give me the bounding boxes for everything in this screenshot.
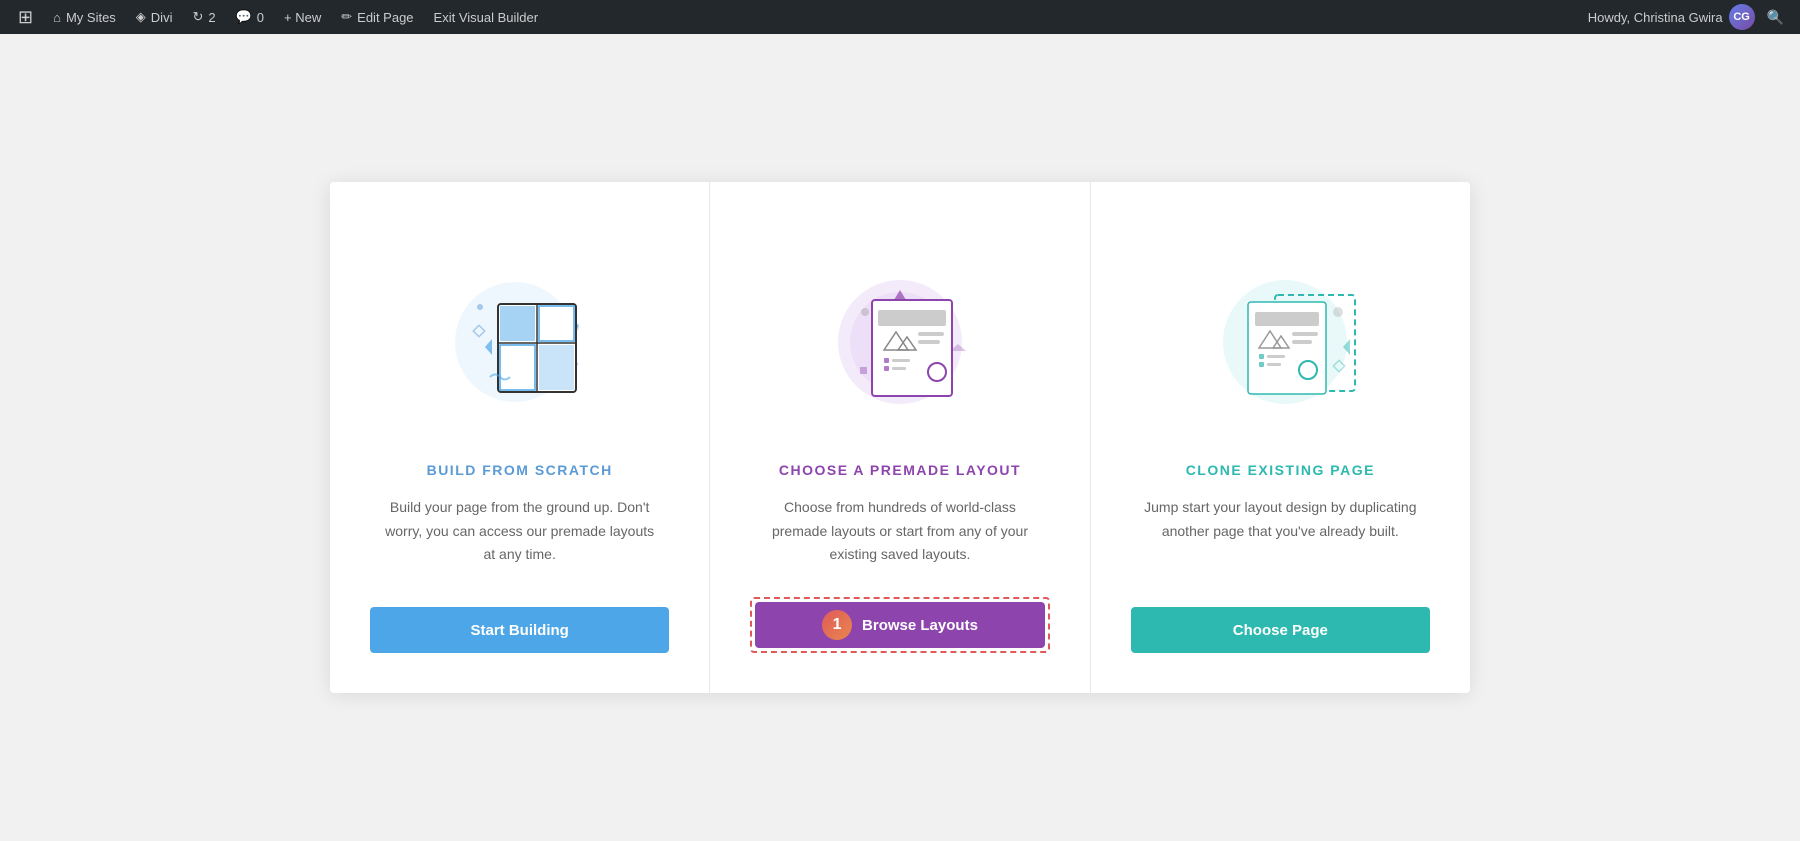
- my-sites-label: My Sites: [66, 10, 116, 25]
- choose-page-button[interactable]: Choose Page: [1131, 607, 1430, 653]
- search-icon[interactable]: 🔍: [1761, 5, 1790, 30]
- new-item[interactable]: + New: [276, 0, 329, 34]
- wp-logo-item[interactable]: ⊞: [10, 0, 41, 34]
- scratch-illustration: [420, 232, 620, 432]
- exit-builder-label: Exit Visual Builder: [434, 10, 539, 25]
- comments-icon: 💬: [236, 9, 252, 25]
- cards-container: BUILD FROM SCRATCH Build your page from …: [330, 182, 1470, 693]
- clone-desc: Jump start your layout design by duplica…: [1140, 496, 1420, 577]
- edit-page-item[interactable]: ✏ Edit Page: [333, 0, 421, 34]
- clone-btn-area: Choose Page: [1131, 607, 1430, 653]
- start-building-label: Start Building: [471, 622, 569, 639]
- page-content: BUILD FROM SCRATCH Build your page from …: [0, 34, 1800, 841]
- premade-title: CHOOSE A PREMADE LAYOUT: [779, 462, 1021, 478]
- clone-illustration: [1180, 232, 1380, 432]
- comments-item[interactable]: 💬 0: [228, 0, 272, 34]
- divi-icon: ◈: [136, 9, 146, 25]
- comments-count: 0: [257, 10, 264, 25]
- new-label: + New: [284, 10, 321, 25]
- updates-item[interactable]: ↻ 2: [184, 0, 223, 34]
- premade-desc: Choose from hundreds of world-class prem…: [760, 496, 1040, 567]
- admin-bar-right: Howdy, Christina Gwira CG 🔍: [1588, 4, 1790, 30]
- card-premade: CHOOSE A PREMADE LAYOUT Choose from hund…: [710, 182, 1090, 693]
- scratch-btn-area: Start Building: [370, 607, 669, 653]
- premade-illustration: [800, 232, 1000, 432]
- browse-layouts-button[interactable]: 1 Browse Layouts: [755, 602, 1044, 648]
- choose-page-label: Choose Page: [1233, 622, 1328, 639]
- divi-item[interactable]: ◈ Divi: [128, 0, 181, 34]
- premade-btn-area: 1 Browse Layouts: [750, 597, 1049, 653]
- user-greeting: Howdy, Christina Gwira: [1588, 10, 1723, 25]
- wp-icon: ⊞: [18, 7, 33, 28]
- updates-count: 2: [208, 10, 215, 25]
- my-sites-item[interactable]: ⌂ My Sites: [45, 0, 124, 34]
- exit-builder-item[interactable]: Exit Visual Builder: [426, 0, 547, 34]
- start-building-button[interactable]: Start Building: [370, 607, 669, 653]
- browse-layouts-label: Browse Layouts: [862, 617, 978, 634]
- divi-label: Divi: [151, 10, 173, 25]
- admin-bar: ⊞ ⌂ My Sites ◈ Divi ↻ 2 💬 0 + New ✏ Edit…: [0, 0, 1800, 34]
- card-scratch: BUILD FROM SCRATCH Build your page from …: [330, 182, 710, 693]
- updates-icon: ↻: [192, 9, 203, 25]
- sites-icon: ⌂: [53, 10, 61, 25]
- browse-badge: 1: [822, 610, 852, 640]
- edit-icon: ✏: [341, 9, 352, 25]
- avatar: CG: [1729, 4, 1755, 30]
- edit-page-label: Edit Page: [357, 10, 413, 25]
- browse-layouts-wrapper: 1 Browse Layouts: [750, 597, 1049, 653]
- scratch-title: BUILD FROM SCRATCH: [427, 462, 613, 478]
- scratch-desc: Build your page from the ground up. Don'…: [380, 496, 660, 577]
- clone-title: CLONE EXISTING PAGE: [1186, 462, 1375, 478]
- card-clone: CLONE EXISTING PAGE Jump start your layo…: [1091, 182, 1470, 693]
